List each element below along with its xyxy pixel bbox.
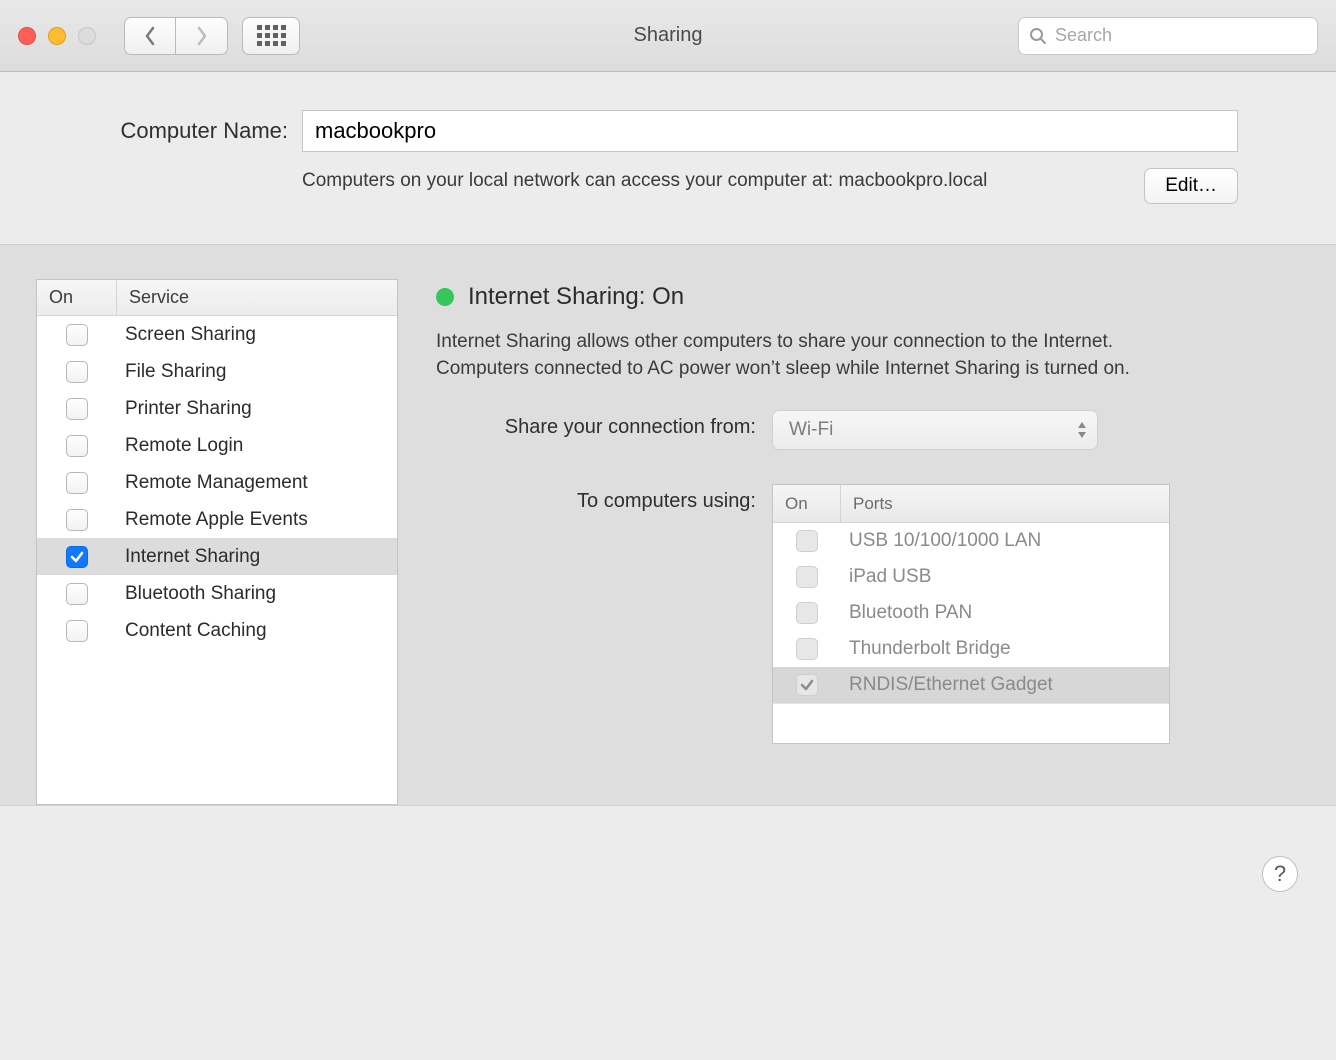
services-header-on: On xyxy=(37,280,117,315)
select-stepper-icon xyxy=(1077,421,1087,439)
service-row[interactable]: Screen Sharing xyxy=(37,316,397,353)
service-status-label: Internet Sharing: On xyxy=(468,283,684,311)
share-from-select[interactable]: Wi-Fi xyxy=(772,410,1098,450)
port-label: Bluetooth PAN xyxy=(841,602,1169,624)
back-button[interactable] xyxy=(124,17,176,55)
help-button[interactable]: ? xyxy=(1262,856,1298,892)
service-row[interactable]: Remote Management xyxy=(37,464,397,501)
help-icon: ? xyxy=(1274,861,1286,887)
service-label: Bluetooth Sharing xyxy=(117,583,397,605)
port-row[interactable]: Thunderbolt Bridge xyxy=(773,631,1169,667)
port-checkbox[interactable] xyxy=(796,674,818,696)
service-label: Remote Login xyxy=(117,435,397,457)
services-table: On Service Screen Sharing File Sharing Pri… xyxy=(36,279,398,805)
port-row[interactable]: USB 10/100/1000 LAN xyxy=(773,523,1169,559)
show-all-button[interactable] xyxy=(242,17,300,55)
service-label: Remote Apple Events xyxy=(117,509,397,531)
service-row[interactable]: File Sharing xyxy=(37,353,397,390)
service-label: File Sharing xyxy=(117,361,397,383)
service-checkbox[interactable] xyxy=(66,583,88,605)
service-checkbox[interactable] xyxy=(66,509,88,531)
ports-header-on: On xyxy=(773,485,841,522)
zoom-window-button[interactable] xyxy=(78,27,96,45)
port-label: iPad USB xyxy=(841,566,1169,588)
service-checkbox[interactable] xyxy=(66,435,88,457)
sharing-config-section: On Service Screen Sharing File Sharing Pri… xyxy=(0,245,1336,805)
service-checkbox[interactable] xyxy=(66,620,88,642)
service-description: Internet Sharing allows other computers … xyxy=(436,329,1136,382)
port-label: Thunderbolt Bridge xyxy=(841,638,1169,660)
port-checkbox[interactable] xyxy=(796,566,818,588)
port-row[interactable]: Bluetooth PAN xyxy=(773,595,1169,631)
service-row[interactable]: Content Caching xyxy=(37,612,397,649)
nav-back-forward xyxy=(124,17,228,55)
edit-hostname-button[interactable]: Edit… xyxy=(1144,168,1238,204)
forward-button[interactable] xyxy=(176,17,228,55)
ports-blank-row xyxy=(773,703,1169,743)
grid-icon xyxy=(257,25,286,46)
service-row[interactable]: Internet Sharing xyxy=(37,538,397,575)
port-label: USB 10/100/1000 LAN xyxy=(841,530,1169,552)
ports-header: On Ports xyxy=(773,485,1169,523)
chevron-left-icon xyxy=(143,26,157,46)
port-checkbox[interactable] xyxy=(796,602,818,624)
share-from-label: Share your connection from: xyxy=(436,410,756,439)
to-computers-label: To computers using: xyxy=(436,484,756,513)
footer: ? xyxy=(0,805,1336,1017)
ports-header-ports: Ports xyxy=(841,485,1169,522)
service-label: Remote Management xyxy=(117,472,397,494)
service-label: Internet Sharing xyxy=(117,546,397,568)
port-row[interactable]: iPad USB xyxy=(773,559,1169,595)
computer-name-input[interactable] xyxy=(302,110,1238,152)
search-icon xyxy=(1029,27,1047,45)
share-from-value: Wi-Fi xyxy=(789,419,833,441)
services-header: On Service xyxy=(37,280,397,316)
search-input[interactable] xyxy=(1055,25,1307,46)
service-checkbox[interactable] xyxy=(66,546,88,568)
service-row[interactable]: Bluetooth Sharing xyxy=(37,575,397,612)
computer-name-section: Computer Name: Computers on your local n… xyxy=(0,72,1336,245)
port-label: RNDIS/Ethernet Gadget xyxy=(841,674,1169,696)
status-dot-icon xyxy=(436,288,454,306)
computer-name-hint: Computers on your local network can acce… xyxy=(302,168,1124,204)
port-row[interactable]: RNDIS/Ethernet Gadget xyxy=(773,667,1169,703)
service-checkbox[interactable] xyxy=(66,324,88,346)
service-label: Printer Sharing xyxy=(117,398,397,420)
port-checkbox[interactable] xyxy=(796,638,818,660)
service-row[interactable]: Printer Sharing xyxy=(37,390,397,427)
service-checkbox[interactable] xyxy=(66,361,88,383)
service-label: Content Caching xyxy=(117,620,397,642)
service-row[interactable]: Remote Apple Events xyxy=(37,501,397,538)
service-checkbox[interactable] xyxy=(66,472,88,494)
service-checkbox[interactable] xyxy=(66,398,88,420)
search-field[interactable] xyxy=(1018,17,1318,55)
service-detail-panel: Internet Sharing: On Internet Sharing al… xyxy=(436,279,1288,805)
service-row[interactable]: Remote Login xyxy=(37,427,397,464)
close-window-button[interactable] xyxy=(18,27,36,45)
chevron-right-icon xyxy=(195,26,209,46)
ports-table: On Ports USB 10/100/1000 LAN iPad USB Blue… xyxy=(772,484,1170,744)
computer-name-label: Computer Name: xyxy=(88,118,288,144)
minimize-window-button[interactable] xyxy=(48,27,66,45)
window-controls xyxy=(18,27,96,45)
port-checkbox[interactable] xyxy=(796,530,818,552)
titlebar: Sharing xyxy=(0,0,1336,72)
services-header-service: Service xyxy=(117,280,397,315)
service-label: Screen Sharing xyxy=(117,324,397,346)
service-status: Internet Sharing: On xyxy=(436,283,1288,311)
